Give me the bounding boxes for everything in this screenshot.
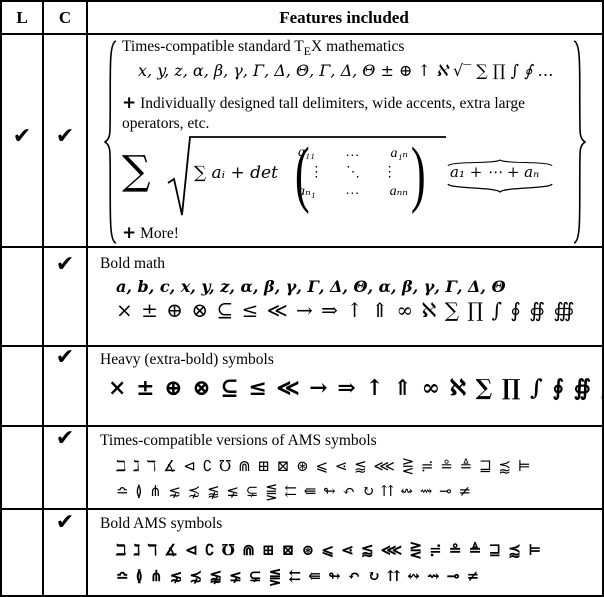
row1-symbols: x, y, z, α, β, γ, Γ, Δ, Θ, Γ, Δ, Θ ± ⊕ ↑…	[138, 61, 554, 80]
row4-symbols-line2: ≏ ≬ ⋔ ⋦ ⋨ ⪉ ⪇ ⊊ ⪋ ⇇ ⇚ ↬ ↶ ↻ ⇈ ↭ ⇝ ⊸ ≠	[116, 482, 473, 500]
row-standard-tex: Times-compatible standard TEX mathematic…	[90, 35, 600, 246]
matrix-cell: ⋮	[382, 165, 397, 180]
row1-more: + More!	[122, 223, 179, 243]
matrix-cell: aₙₙ	[389, 184, 408, 199]
row4-symbols-line1: ℶ ℷ ℸ ∡ ⊲ ∁ ℧ ⋒ ⊞ ⊠ ⊛ ⩽ ⋖ ⪅ ⋘ ⋛ ≓ ≗ ≜ ⊒ …	[116, 457, 532, 475]
row3-symbols-line1: × ± ⊕ ⊗ ⊆ ≤ ≪ → ⇒ ↑ ⇑ ∞ ℵ ∑ ∏ ∫ ∮ ∯ ∰	[108, 375, 604, 401]
matrix-cell: ⋱	[345, 165, 360, 180]
row2-symbols-line2: × ± ⊕ ⊗ ⊆ ≤ ≪ → ⇒ ↑ ⇑ ∞ ℵ ∑ ∏ ∫ ∮ ∯ ∰	[116, 298, 576, 322]
matrix-cell: a₁₁	[298, 145, 315, 160]
row2-title: Bold math	[100, 255, 166, 272]
row5-symbols-line2: ≏ ≬ ⋔ ⋦ ⋨ ⪉ ⪇ ⊊ ⪋ ⇇ ⇚ ↬ ↶ ↻ ⇈ ↭ ⇝ ⊸ ≠	[116, 567, 481, 585]
header-features: Features included	[279, 8, 409, 27]
row1-plus-line2: operators, etc.	[122, 115, 210, 132]
row-ams-symbols: Times-compatible versions of AMS symbols…	[90, 427, 600, 508]
row-heavy-symbols: Heavy (extra-bold) symbols × ± ⊕ ⊗ ⊆ ≤ ≪…	[90, 347, 604, 425]
check-icon-c: ✔	[55, 124, 75, 149]
overbrace-wide	[447, 159, 553, 167]
column-divider	[86, 2, 88, 595]
matrix-cell: aₙ₁	[298, 184, 316, 199]
row-bold-math: Bold math a, b, c, x, y, z, α, β, γ, Γ, …	[90, 248, 600, 345]
row2-symbols-line1: a, b, c, x, y, z, α, β, γ, Γ, Δ, Θ, α, β…	[116, 277, 506, 296]
left-brace	[104, 40, 117, 244]
right-brace	[573, 40, 586, 244]
formula: ∑ ∑ aᵢ + det ( a₁₁… a₁ₙ ⋮ ⋱ ⋮ aₙ₁… aₙₙ )	[122, 133, 446, 217]
row1-title: Times-compatible standard TEX mathematic…	[122, 38, 405, 58]
row4-title: Times-compatible versions of AMS symbols	[100, 432, 377, 449]
row5-title: Bold AMS symbols	[100, 515, 223, 532]
matrix-cell: a₁ₙ	[390, 146, 408, 161]
row-bold-ams-symbols: Bold AMS symbols ℶ ℷ ℸ ∡ ⊲ ∁ ℧ ⋒ ⊞ ⊠ ⊛ ⩽…	[90, 510, 600, 595]
matrix: a₁₁ … a₁ₙ ⋮ ⋱ ⋮ aₙ₁ … aₙₙ	[298, 145, 408, 200]
row3-title: Heavy (extra-bold) symbols	[100, 351, 274, 368]
column-divider	[42, 2, 44, 595]
features-table: L C Features included ✔ ✔ Times-compatib…	[0, 0, 604, 597]
check-icon-c: ✔	[55, 510, 75, 535]
overbrace-expression: a₁ + ⋯ + aₙ	[447, 159, 553, 193]
header-c: C	[58, 8, 72, 27]
matrix-cell: ⋮	[309, 165, 324, 180]
matrix-cell: …	[346, 183, 359, 198]
row1-plus-line1: + Individually designed tall delimiters,…	[122, 93, 526, 113]
underbrace	[447, 183, 553, 193]
check-icon-c: ✔	[55, 345, 75, 370]
sum-symbol: ∑	[122, 148, 151, 194]
radicand: ∑ aᵢ + det	[194, 163, 278, 183]
matrix-right-paren: )	[410, 133, 426, 215]
header-l: L	[16, 8, 28, 27]
row5-symbols-line1: ℶ ℷ ℸ ∡ ⊲ ∁ ℧ ⋒ ⊞ ⊠ ⊛ ⩽ ⋖ ⪅ ⋘ ⋛ ≓ ≗ ≜ ⊒ …	[116, 541, 543, 559]
check-icon-c: ✔	[55, 426, 75, 451]
check-icon-c: ✔	[55, 252, 75, 277]
matrix-cell: …	[346, 145, 359, 160]
check-icon-l: ✔	[12, 124, 32, 149]
